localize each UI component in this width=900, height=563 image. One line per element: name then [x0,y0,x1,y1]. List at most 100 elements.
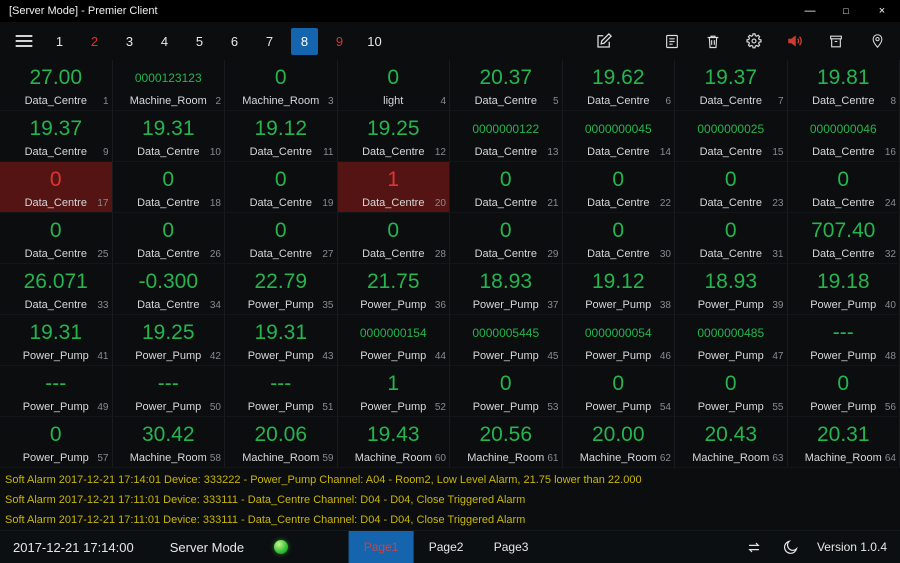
grid-cell-56[interactable]: 0 Power_Pump 56 [787,366,900,417]
page-number-6[interactable]: 6 [221,28,248,55]
grid-cell-12[interactable]: 19.25 Data_Centre 12 [337,111,450,162]
grid-cell-9[interactable]: 19.37 Data_Centre 9 [0,111,113,162]
titlebar[interactable]: [Server Mode] - Premier Client — □ × [0,0,900,22]
grid-cell-47[interactable]: 0000000485 Power_Pump 47 [675,315,788,366]
grid-cell-64[interactable]: 20.31 Machine_Room 64 [787,417,900,468]
tab-page3[interactable]: Page3 [479,531,544,563]
grid-cell-50[interactable]: --- Power_Pump 50 [112,366,225,417]
grid-cell-18[interactable]: 0 Data_Centre 18 [112,162,225,213]
grid-cell-30[interactable]: 0 Data_Centre 30 [562,213,675,264]
grid-cell-53[interactable]: 0 Power_Pump 53 [450,366,563,417]
grid-cell-61[interactable]: 20.56 Machine_Room 61 [450,417,563,468]
grid-cell-52[interactable]: 1 Power_Pump 52 [337,366,450,417]
report-icon[interactable] [661,30,683,52]
grid-cell-62[interactable]: 20.00 Machine_Room 62 [562,417,675,468]
grid-cell-11[interactable]: 19.12 Data_Centre 11 [225,111,338,162]
grid-cell-54[interactable]: 0 Power_Pump 54 [562,366,675,417]
grid-cell-19[interactable]: 0 Data_Centre 19 [225,162,338,213]
page-number-10[interactable]: 10 [361,28,388,55]
cell-label: Power_Pump [22,401,89,413]
grid-cell-42[interactable]: 19.25 Power_Pump 42 [112,315,225,366]
grid-cell-2[interactable]: 0000123123 Machine_Room 2 [112,60,225,111]
grid-cell-17[interactable]: 0 Data_Centre 17 [0,162,113,213]
grid-cell-59[interactable]: 20.06 Machine_Room 59 [225,417,338,468]
grid-cell-3[interactable]: 0 Machine_Room 3 [225,60,338,111]
grid-cell-46[interactable]: 0000000054 Power_Pump 46 [562,315,675,366]
cell-value: 0 [837,168,850,191]
grid-cell-25[interactable]: 0 Data_Centre 25 [0,213,113,264]
grid-cell-60[interactable]: 19.43 Machine_Room 60 [337,417,450,468]
page-number-7[interactable]: 7 [256,28,283,55]
grid-cell-36[interactable]: 21.75 Power_Pump 36 [337,264,450,315]
grid-cell-49[interactable]: --- Power_Pump 49 [0,366,113,417]
grid-cell-51[interactable]: --- Power_Pump 51 [225,366,338,417]
grid-cell-14[interactable]: 0000000045 Data_Centre 14 [562,111,675,162]
tab-page2[interactable]: Page2 [414,531,479,563]
grid-cell-4[interactable]: 0 light 4 [337,60,450,111]
alarm-log-entry[interactable]: Soft Alarm 2017-12-21 17:11:01 Device: 3… [0,490,900,510]
grid-cell-31[interactable]: 0 Data_Centre 31 [675,213,788,264]
grid-cell-58[interactable]: 30.42 Machine_Room 58 [112,417,225,468]
edit-icon[interactable] [593,30,615,52]
grid-cell-21[interactable]: 0 Data_Centre 21 [450,162,563,213]
grid-cell-55[interactable]: 0 Power_Pump 55 [675,366,788,417]
grid-cell-34[interactable]: -0.300 Data_Centre 34 [112,264,225,315]
grid-cell-10[interactable]: 19.31 Data_Centre 10 [112,111,225,162]
grid-cell-6[interactable]: 19.62 Data_Centre 6 [562,60,675,111]
location-icon[interactable] [866,30,888,52]
grid-cell-26[interactable]: 0 Data_Centre 26 [112,213,225,264]
page-number-4[interactable]: 4 [151,28,178,55]
grid-cell-20[interactable]: 1 Data_Centre 20 [337,162,450,213]
cell-label: Data_Centre [812,95,875,107]
speaker-icon[interactable] [784,30,806,52]
grid-cell-28[interactable]: 0 Data_Centre 28 [337,213,450,264]
grid-cell-37[interactable]: 18.93 Power_Pump 37 [450,264,563,315]
grid-cell-48[interactable]: --- Power_Pump 48 [787,315,900,366]
grid-cell-43[interactable]: 19.31 Power_Pump 43 [225,315,338,366]
menu-button[interactable] [8,27,40,55]
page-number-2[interactable]: 2 [81,28,108,55]
grid-cell-41[interactable]: 19.31 Power_Pump 41 [0,315,113,366]
grid-cell-7[interactable]: 19.37 Data_Centre 7 [675,60,788,111]
grid-cell-38[interactable]: 19.12 Power_Pump 38 [562,264,675,315]
page-number-3[interactable]: 3 [116,28,143,55]
maximize-button[interactable]: □ [828,0,864,22]
grid-cell-39[interactable]: 18.93 Power_Pump 39 [675,264,788,315]
page-number-8[interactable]: 8 [291,27,318,55]
grid-cell-44[interactable]: 0000000154 Power_Pump 44 [337,315,450,366]
minimize-button[interactable]: — [792,0,828,22]
grid-cell-1[interactable]: 27.00 Data_Centre 1 [0,60,113,111]
cell-index: 19 [322,198,334,209]
alarm-log-entry[interactable]: Soft Alarm 2017-12-21 17:14:01 Device: 3… [0,470,900,490]
grid-cell-33[interactable]: 26.071 Data_Centre 33 [0,264,113,315]
grid-cell-29[interactable]: 0 Data_Centre 29 [450,213,563,264]
grid-cell-27[interactable]: 0 Data_Centre 27 [225,213,338,264]
close-button[interactable]: × [864,0,900,22]
grid-cell-13[interactable]: 0000000122 Data_Centre 13 [450,111,563,162]
grid-cell-8[interactable]: 19.81 Data_Centre 8 [787,60,900,111]
settings-icon[interactable] [743,30,765,52]
grid-cell-45[interactable]: 0000005445 Power_Pump 45 [450,315,563,366]
archive-icon[interactable] [825,30,847,52]
grid-cell-24[interactable]: 0 Data_Centre 24 [787,162,900,213]
grid-cell-40[interactable]: 19.18 Power_Pump 40 [787,264,900,315]
grid-cell-57[interactable]: 0 Power_Pump 57 [0,417,113,468]
sync-icon[interactable] [743,536,765,558]
tab-page1[interactable]: Page1 [348,531,414,563]
page-number-1[interactable]: 1 [46,28,73,55]
grid-cell-5[interactable]: 20.37 Data_Centre 5 [450,60,563,111]
moon-icon[interactable] [780,536,802,558]
grid-cell-15[interactable]: 0000000025 Data_Centre 15 [675,111,788,162]
page-number-9[interactable]: 9 [326,28,353,55]
page-number-5[interactable]: 5 [186,28,213,55]
alarm-log-entry[interactable]: Soft Alarm 2017-12-21 17:11:01 Device: 3… [0,510,900,530]
trash-icon[interactable] [702,30,724,52]
grid-cell-63[interactable]: 20.43 Machine_Room 63 [675,417,788,468]
grid-cell-35[interactable]: 22.79 Power_Pump 35 [225,264,338,315]
cell-label: Data_Centre [137,146,200,158]
grid-cell-23[interactable]: 0 Data_Centre 23 [675,162,788,213]
cell-value: 0 [724,168,737,191]
grid-cell-22[interactable]: 0 Data_Centre 22 [562,162,675,213]
grid-cell-32[interactable]: 707.40 Data_Centre 32 [787,213,900,264]
grid-cell-16[interactable]: 0000000046 Data_Centre 16 [787,111,900,162]
